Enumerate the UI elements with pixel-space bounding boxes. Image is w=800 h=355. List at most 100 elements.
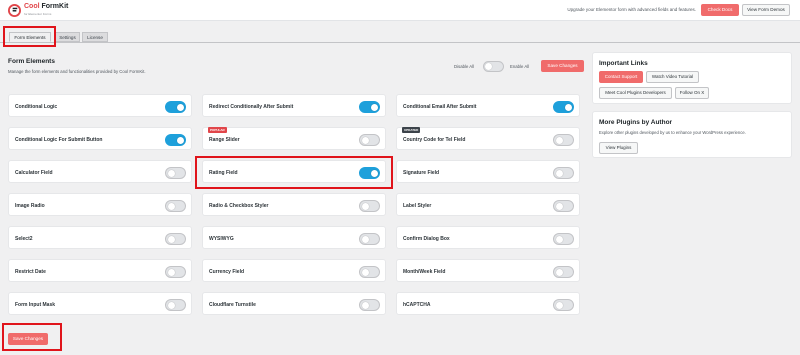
more-plugins-panel: More Plugins by Author Explore other plu… [592,111,792,158]
element-toggle[interactable] [553,233,574,245]
element-label: Radio & Checkbox Styler [209,203,269,209]
toggle-knob [555,136,563,144]
element-label: Label Styler [403,203,432,209]
toggle-knob [370,169,378,177]
tab-license[interactable]: License [82,32,108,42]
enable-all-toggle[interactable] [483,61,504,72]
element-label: Select2 [15,236,33,242]
element-label: Rating Field [209,170,238,176]
toggle-knob [167,202,175,210]
element-card: Conditional Email After Submit [396,94,580,117]
element-card: WYSIWYG [202,226,386,249]
element-card: Conditional Logic [8,94,192,117]
element-card: Month/Week Field [396,259,580,282]
element-toggle[interactable] [359,299,380,311]
element-card: Form Input Mask [8,292,192,315]
element-label: Month/Week Field [403,269,446,275]
check-docs-button[interactable]: Check Docs [701,4,739,16]
important-links-title: Important Links [599,60,648,67]
important-links-panel: Important Links Contact Support Watch Vi… [592,52,792,104]
element-toggle[interactable] [359,101,380,113]
toggle-knob [485,63,492,70]
element-label: Conditional Logic For Submit Button [15,137,103,143]
toggle-knob [564,103,572,111]
follow-on-x-button[interactable]: Follow On X [675,87,709,99]
toggle-knob [176,136,184,144]
element-card: Select2 [8,226,192,249]
element-toggle[interactable] [553,266,574,278]
element-toggle[interactable] [359,266,380,278]
element-label: Conditional Email After Submit [403,104,477,110]
enable-all-label: Enable All [510,64,530,69]
toggle-knob [361,136,369,144]
element-badge: POPULAR [208,127,227,133]
element-toggle[interactable] [359,134,380,146]
element-toggle[interactable] [359,200,380,212]
element-card: Redirect Conditionally After Submit [202,94,386,117]
element-toggle[interactable] [359,233,380,245]
element-toggle[interactable] [553,134,574,146]
toggle-knob [167,268,175,276]
save-changes-button-top[interactable]: Save Changes [541,60,584,72]
brand-subtitle: for Elementor Forms [24,12,52,16]
element-toggle[interactable] [165,167,186,179]
top-bar: Cool FormKit for Elementor Forms Upgrade… [0,0,800,21]
element-label: Cloudflare Turnstile [209,302,256,308]
element-label: Form Input Mask [15,302,56,308]
element-toggle[interactable] [553,101,574,113]
tab-settings[interactable]: Settings [55,32,80,42]
toggle-knob [361,268,369,276]
element-card: Conditional Logic For Submit Button [8,127,192,150]
element-card: Rating Field [202,160,386,183]
element-label: WYSIWYG [209,236,234,242]
page-description: Manage the form elements and functionali… [8,69,146,74]
more-plugins-title: More Plugins by Author [599,119,673,126]
more-plugins-description: Explore other plugins developed by us to… [599,130,746,135]
element-card: Radio & Checkbox Styler [202,193,386,216]
element-toggle[interactable] [165,233,186,245]
element-card: hCAPTCHA [396,292,580,315]
element-label: Conditional Logic [15,104,58,110]
element-label: Country Code for Tel Field [403,137,466,143]
page-title: Form Elements [8,58,55,65]
toggle-knob [167,169,175,177]
element-label: Signature Field [403,170,440,176]
toggle-knob [361,202,369,210]
toggle-knob [361,235,369,243]
element-toggle[interactable] [165,200,186,212]
element-card: Label Styler [396,193,580,216]
tab-divider [0,42,800,43]
meet-developers-button[interactable]: Meet Cool Plugins Developers [599,87,672,99]
element-toggle[interactable] [165,134,186,146]
disable-all-label: Disable All [454,64,475,69]
element-label: Currency Field [209,269,245,275]
toggle-knob [555,268,563,276]
element-toggle[interactable] [553,167,574,179]
watch-video-tutorial-button[interactable]: Watch Video Tutorial [646,71,699,83]
element-card: Currency Field [202,259,386,282]
view-form-demos-button[interactable]: View Form Demos [742,4,790,16]
brand-name: Cool FormKit [24,3,69,10]
tab-form-elements[interactable]: Form Elements [9,32,51,42]
element-label: Range Slider [209,137,240,143]
toggle-knob [361,301,369,309]
element-label: hCAPTCHA [403,302,431,308]
element-label: Calculator Field [15,170,53,176]
element-toggle[interactable] [165,266,186,278]
save-changes-button-bottom[interactable]: Save Changes [8,333,48,345]
element-toggle[interactable] [553,299,574,311]
element-label: Redirect Conditionally After Submit [209,104,294,110]
toggle-knob [167,301,175,309]
element-card: Cloudflare Turnstile [202,292,386,315]
view-plugins-button[interactable]: View Plugins [599,142,638,154]
element-toggle[interactable] [553,200,574,212]
upgrade-text: Upgrade your Elementor form with advance… [567,7,696,12]
element-card: Confirm Dialog Box [396,226,580,249]
element-card: POPULAR Range Slider [202,127,386,150]
toggle-knob [555,169,563,177]
element-card: Restrict Date [8,259,192,282]
element-toggle[interactable] [359,167,380,179]
element-toggle[interactable] [165,101,186,113]
element-toggle[interactable] [165,299,186,311]
contact-support-button[interactable]: Contact Support [599,71,643,83]
